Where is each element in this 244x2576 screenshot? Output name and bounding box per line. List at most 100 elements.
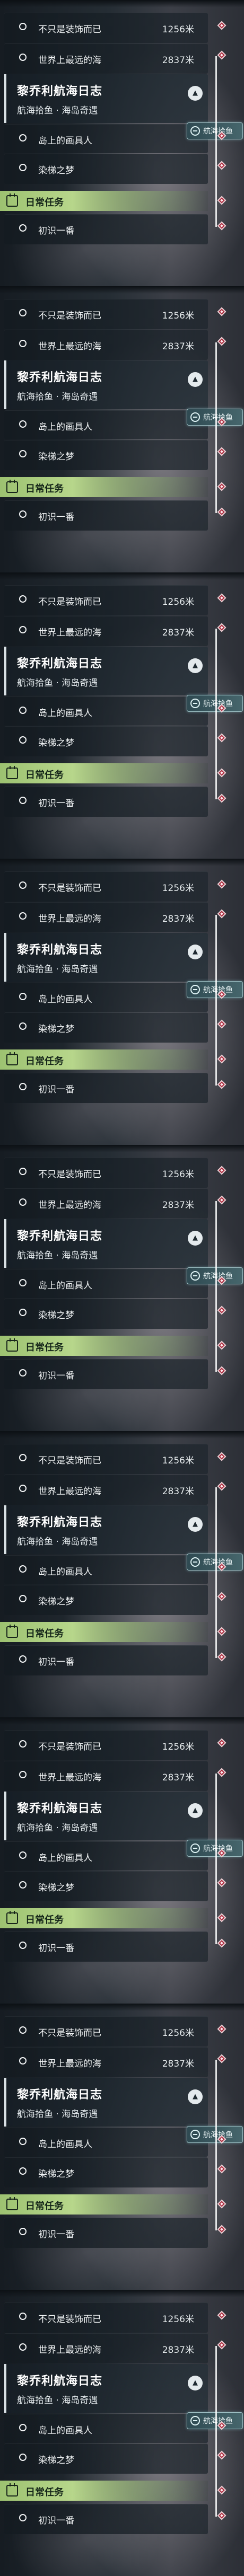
task-row[interactable]: 染梯之梦 <box>4 440 208 470</box>
task-row[interactable]: 初识一番 <box>4 1073 208 1103</box>
task-row[interactable]: 染梯之梦 <box>4 2443 208 2474</box>
task-row[interactable]: 岛上的画具人 航海拾鱼 <box>4 2412 243 2443</box>
task-row[interactable]: 初识一番 <box>4 2504 208 2534</box>
quest-header[interactable]: 黎乔利航海日志 航海拾鱼 · 海岛奇遇 ▲ <box>4 1792 208 1840</box>
task-row[interactable]: 不只是装饰而已 1256米 <box>4 1730 208 1760</box>
chevron-up-icon[interactable]: ▲ <box>188 945 203 959</box>
scrollbar[interactable] <box>215 2060 217 2230</box>
task-label: 染梯之梦 <box>38 165 74 176</box>
chevron-up-icon[interactable]: ▲ <box>188 1231 203 1246</box>
chevron-up-icon[interactable]: ▲ <box>188 658 203 673</box>
scrollbar[interactable] <box>215 1201 217 1372</box>
task-row[interactable]: 染梯之梦 <box>4 1012 208 1043</box>
quest-header[interactable]: 黎乔利航海日志 航海拾鱼 · 海岛奇遇 ▲ <box>4 1219 208 1268</box>
quest-header[interactable]: 黎乔利航海日志 航海拾鱼 · 海岛奇遇 ▲ <box>4 2364 208 2413</box>
chevron-up-icon[interactable]: ▲ <box>188 1517 203 1532</box>
scrollbar[interactable] <box>215 1487 217 1658</box>
task-row[interactable]: 初识一番 <box>4 2218 208 2248</box>
quest-title: 黎乔利航海日志 <box>17 371 103 384</box>
daily-tasks-header[interactable]: 日常任务 <box>0 763 208 783</box>
quest-tracker-frame: 不只是装饰而已 1256米 世界上最远的海 2837米 黎乔利航海日志 航海拾鱼… <box>0 572 244 859</box>
fish-icon <box>190 126 200 136</box>
task-row[interactable]: 世界上最远的海 2837米 <box>4 616 208 646</box>
quest-header[interactable]: 黎乔利航海日志 航海拾鱼 · 海岛奇遇 ▲ <box>4 933 208 982</box>
task-row[interactable]: 初识一番 <box>4 500 208 531</box>
task-status-icon <box>19 2313 27 2320</box>
quest-header[interactable]: 黎乔利航海日志 航海拾鱼 · 海岛奇遇 ▲ <box>4 647 208 695</box>
task-row[interactable]: 岛上的画具人 航海拾鱼 <box>4 1554 243 1584</box>
task-row[interactable]: 世界上最远的海 2837米 <box>4 2333 208 2363</box>
task-status-icon <box>19 2026 27 2034</box>
task-row[interactable]: 染梯之梦 <box>4 1871 208 1901</box>
task-label: 染梯之梦 <box>38 1024 74 1035</box>
task-row[interactable]: 初识一番 <box>4 1931 208 1962</box>
task-row[interactable]: 不只是装饰而已 1256米 <box>4 2016 208 2046</box>
scrollbar[interactable] <box>215 629 217 799</box>
chevron-up-icon[interactable]: ▲ <box>188 1803 203 1818</box>
quest-header[interactable]: 黎乔利航海日志 航海拾鱼 · 海岛奇遇 ▲ <box>4 2078 208 2127</box>
scrollbar[interactable] <box>215 56 217 227</box>
daily-tasks-header[interactable]: 日常任务 <box>0 1336 208 1356</box>
task-row[interactable]: 染梯之梦 <box>4 154 208 184</box>
task-row[interactable]: 不只是装饰而已 1256米 <box>4 871 208 902</box>
quest-header[interactable]: 黎乔利航海日志 航海拾鱼 · 海岛奇遇 ▲ <box>4 1505 208 1554</box>
task-row[interactable]: 岛上的画具人 航海拾鱼 <box>4 1840 243 1871</box>
task-row[interactable]: 世界上最远的海 2837米 <box>4 1475 208 1505</box>
scrollbar[interactable] <box>215 342 217 513</box>
task-row[interactable]: 世界上最远的海 2837米 <box>4 2047 208 2077</box>
task-row[interactable]: 世界上最远的海 2837米 <box>4 330 208 360</box>
daily-tasks-header[interactable]: 日常任务 <box>0 191 208 211</box>
task-row[interactable]: 世界上最远的海 2837米 <box>4 43 208 74</box>
chevron-up-icon[interactable]: ▲ <box>188 2376 203 2390</box>
task-row[interactable]: 初识一番 <box>4 1359 208 1389</box>
task-row[interactable]: 岛上的画具人 航海拾鱼 <box>4 695 243 726</box>
task-row[interactable]: 不只是装饰而已 1256米 <box>4 299 208 329</box>
task-row[interactable]: 岛上的画具人 航海拾鱼 <box>4 122 243 153</box>
daily-tasks-label: 日常任务 <box>25 1915 64 1926</box>
daily-tasks-header[interactable]: 日常任务 <box>0 2194 208 2215</box>
task-row[interactable]: 初识一番 <box>4 1645 208 1675</box>
daily-tasks-header[interactable]: 日常任务 <box>0 1908 208 1928</box>
task-row[interactable]: 世界上最远的海 2837米 <box>4 1761 208 1791</box>
task-row[interactable]: 染梯之梦 <box>4 1585 208 1615</box>
chevron-up-icon[interactable]: ▲ <box>188 86 203 101</box>
daily-tasks-header[interactable]: 日常任务 <box>0 477 208 497</box>
calendar-icon <box>6 1625 18 1638</box>
task-row[interactable]: 世界上最远的海 2837米 <box>4 902 208 932</box>
task-row[interactable]: 不只是装饰而已 1256米 <box>4 2302 208 2333</box>
task-row[interactable]: 岛上的画具人 航海拾鱼 <box>4 2126 243 2157</box>
fish-icon <box>190 2130 200 2139</box>
task-row[interactable]: 世界上最远的海 2837米 <box>4 1188 208 1219</box>
scrollbar[interactable] <box>215 1774 217 1944</box>
chevron-up-icon[interactable]: ▲ <box>188 372 203 387</box>
daily-tasks-header[interactable]: 日常任务 <box>0 1049 208 1070</box>
daily-tasks-header[interactable]: 日常任务 <box>0 1622 208 1642</box>
task-label: 世界上最远的海 <box>38 1200 101 1211</box>
task-distance: 1256米 <box>162 2028 194 2039</box>
task-row[interactable]: 岛上的画具人 航海拾鱼 <box>4 1267 243 1298</box>
fish-icon <box>190 985 200 994</box>
chevron-up-icon[interactable]: ▲ <box>188 2089 203 2104</box>
task-status-icon <box>19 23 27 30</box>
quest-header[interactable]: 黎乔利航海日志 航海拾鱼 · 海岛奇遇 ▲ <box>4 74 208 123</box>
task-distance: 2837米 <box>162 1486 194 1497</box>
task-row[interactable]: 不只是装饰而已 1256米 <box>4 585 208 615</box>
task-row[interactable]: 岛上的画具人 航海拾鱼 <box>4 981 243 1012</box>
task-row[interactable]: 岛上的画具人 航海拾鱼 <box>4 409 243 439</box>
task-row[interactable]: 染梯之梦 <box>4 726 208 756</box>
task-row[interactable]: 染梯之梦 <box>4 2157 208 2187</box>
daily-tasks-header[interactable]: 日常任务 <box>0 2481 208 2501</box>
task-row[interactable]: 初识一番 <box>4 787 208 817</box>
quest-tracker-frame: 不只是装饰而已 1256米 世界上最远的海 2837米 黎乔利航海日志 航海拾鱼… <box>0 0 244 286</box>
quest-header[interactable]: 黎乔利航海日志 航海拾鱼 · 海岛奇遇 ▲ <box>4 360 208 409</box>
scrollbar[interactable] <box>215 915 217 1086</box>
task-label: 初识一番 <box>38 512 74 523</box>
quest-tracker-panel: 不只是装饰而已 1256米 世界上最远的海 2837米 黎乔利航海日志 航海拾鱼… <box>0 0 243 286</box>
task-row[interactable]: 不只是装饰而已 1256米 <box>4 13 208 43</box>
task-row[interactable]: 染梯之梦 <box>4 1299 208 1329</box>
task-row[interactable]: 不只是装饰而已 1256米 <box>4 1158 208 1188</box>
task-label: 染梯之梦 <box>38 1883 74 1893</box>
scrollbar[interactable] <box>215 2346 217 2517</box>
task-row[interactable]: 初识一番 <box>4 214 208 244</box>
task-row[interactable]: 不只是装饰而已 1256米 <box>4 1444 208 1474</box>
